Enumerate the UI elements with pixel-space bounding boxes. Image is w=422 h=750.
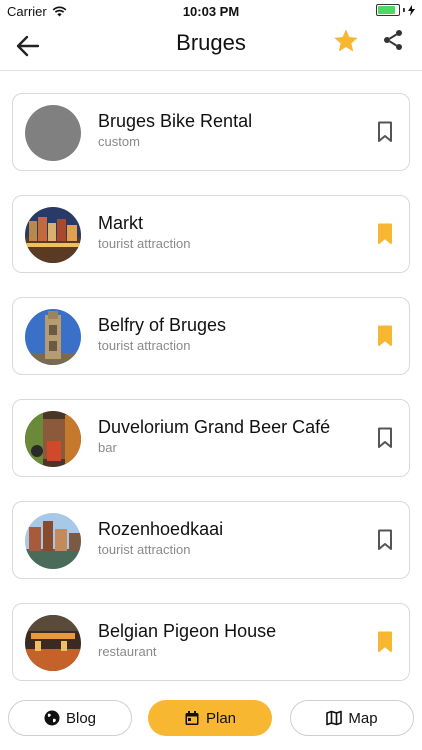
place-thumbnail — [25, 615, 81, 671]
bookmark-outline-icon[interactable] — [377, 529, 393, 551]
place-name: Belgian Pigeon House — [98, 621, 277, 641]
charging-bolt-icon — [408, 4, 415, 16]
place-name: Markt — [98, 213, 143, 233]
place-thumbnail — [25, 207, 81, 263]
share-icon[interactable] — [381, 28, 405, 52]
bookmark-filled-icon[interactable] — [377, 223, 393, 245]
battery-icon — [376, 4, 400, 16]
place-type: tourist attraction — [98, 542, 191, 557]
place-thumbnail — [25, 513, 81, 569]
place-type: custom — [98, 134, 140, 149]
tab-map-label: Map — [348, 709, 378, 727]
place-list: Bruges Bike Rental custom Markt tourist … — [12, 93, 410, 705]
place-thumbnail — [25, 309, 81, 365]
place-card[interactable]: Belgian Pigeon House restaurant — [12, 603, 410, 681]
calendar-icon — [185, 711, 199, 725]
bookmark-filled-icon[interactable] — [377, 631, 393, 653]
place-card[interactable]: Bruges Bike Rental custom — [12, 93, 410, 171]
place-name: Bruges Bike Rental — [98, 111, 253, 131]
tab-plan[interactable]: Plan — [148, 700, 272, 736]
tab-blog[interactable]: Blog — [8, 700, 132, 736]
bottom-tab-bar: Blog Plan Map — [8, 700, 414, 736]
tab-map[interactable]: Map — [290, 700, 414, 736]
place-name: Duvelorium Grand Beer Café — [98, 417, 331, 437]
place-card[interactable]: Markt tourist attraction — [12, 195, 410, 273]
bookmark-outline-icon[interactable] — [377, 427, 393, 449]
star-icon[interactable] — [332, 27, 360, 55]
place-card[interactable]: Belfry of Bruges tourist attraction — [12, 297, 410, 375]
place-card[interactable]: Duvelorium Grand Beer Café bar — [12, 399, 410, 477]
battery-indicator — [376, 4, 415, 16]
place-name: Rozenhoedkaai — [98, 519, 224, 539]
place-card[interactable]: Rozenhoedkaai tourist attraction — [12, 501, 410, 579]
place-type: tourist attraction — [98, 236, 191, 251]
tab-blog-label: Blog — [65, 709, 97, 727]
bookmark-outline-icon[interactable] — [377, 121, 393, 143]
status-time: 10:03 PM — [182, 4, 240, 19]
status-bar: Carrier 10:03 PM — [0, 0, 422, 22]
globe-icon — [44, 710, 60, 726]
place-thumbnail — [25, 105, 81, 161]
place-name: Belfry of Bruges — [98, 315, 227, 335]
top-bar: Bruges — [0, 22, 422, 71]
bookmark-filled-icon[interactable] — [377, 325, 393, 347]
place-type: tourist attraction — [98, 338, 191, 353]
place-type: restaurant — [98, 644, 157, 659]
tab-plan-label: Plan — [205, 709, 237, 727]
map-icon — [326, 710, 343, 726]
place-thumbnail — [25, 411, 81, 467]
place-type: bar — [98, 440, 117, 455]
